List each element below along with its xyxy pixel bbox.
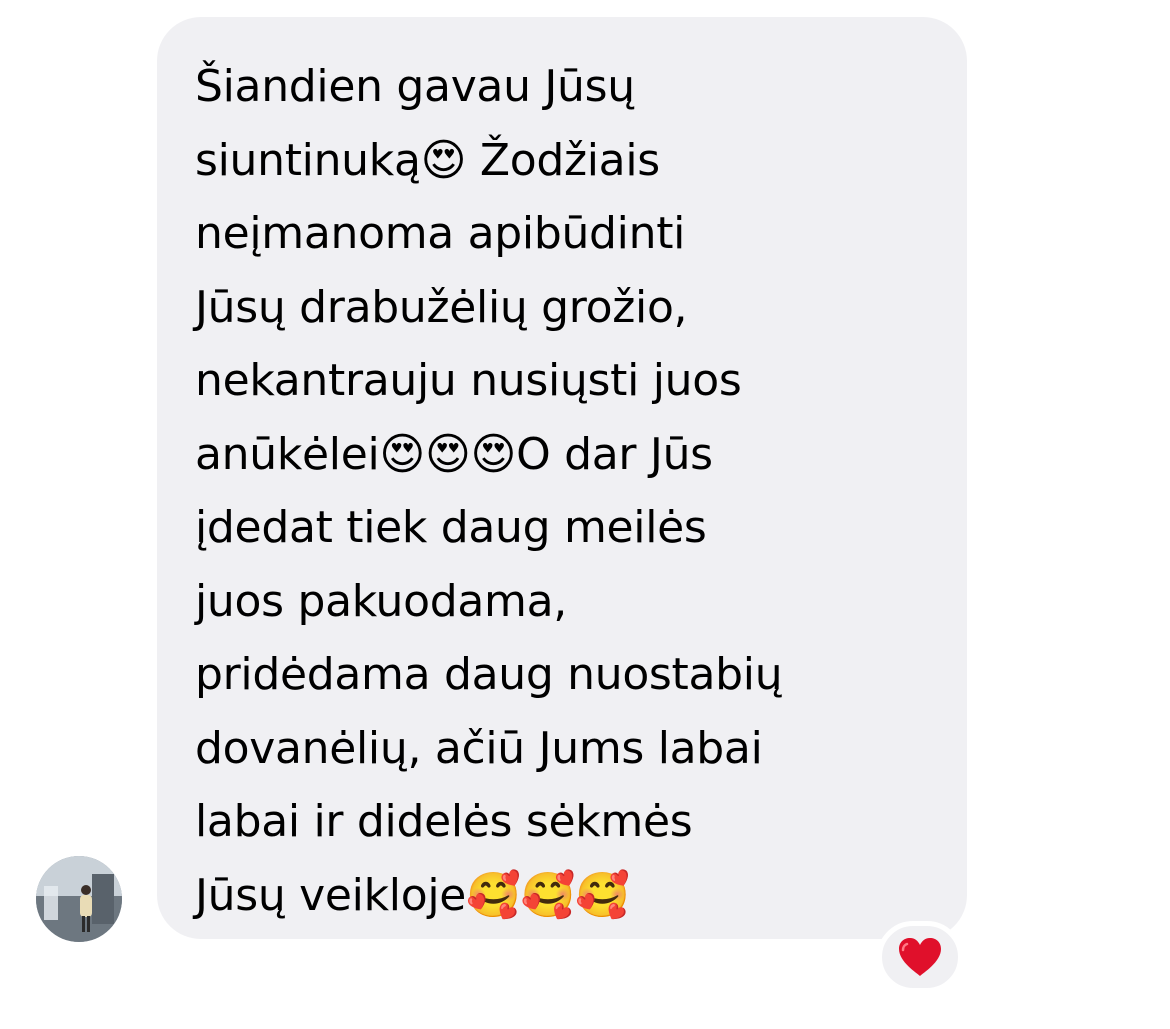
message-bubble[interactable]: Šiandien gavau Jūsų siuntinuką😍 Žodžiais…: [157, 17, 967, 939]
sender-avatar[interactable]: [36, 856, 122, 942]
message-line: juos pakuodama,: [195, 575, 567, 627]
avatar-photo-icon: [36, 856, 122, 942]
message-line: nekantrauju nusiųsti juos: [195, 355, 742, 406]
message-line: dovanėlių, ačiū Jums labai: [195, 722, 763, 774]
message-line: Jūsų veikloje🥰🥰🥰: [195, 869, 630, 921]
chat-thread: Šiandien gavau Jūsų siuntinuką😍 Žodžiais…: [0, 0, 1170, 1029]
message-line: anūkėlei😍😍😍O dar Jūs: [195, 428, 713, 480]
message-line: Jūsų drabužėlių grožio,: [195, 281, 688, 333]
message-line: neįmanoma apibūdinti: [195, 208, 686, 259]
red-heart-icon: [899, 938, 941, 976]
message-line: labai ir didelės sėkmės: [195, 796, 693, 847]
message-line: įdedat tiek daug meilės: [195, 502, 707, 553]
message-reaction[interactable]: [877, 921, 963, 993]
message-line: Šiandien gavau Jūsų: [195, 61, 635, 112]
message-line: pridėdama daug nuostabių: [195, 649, 783, 700]
message-line: siuntinuką😍 Žodžiais: [195, 134, 660, 186]
